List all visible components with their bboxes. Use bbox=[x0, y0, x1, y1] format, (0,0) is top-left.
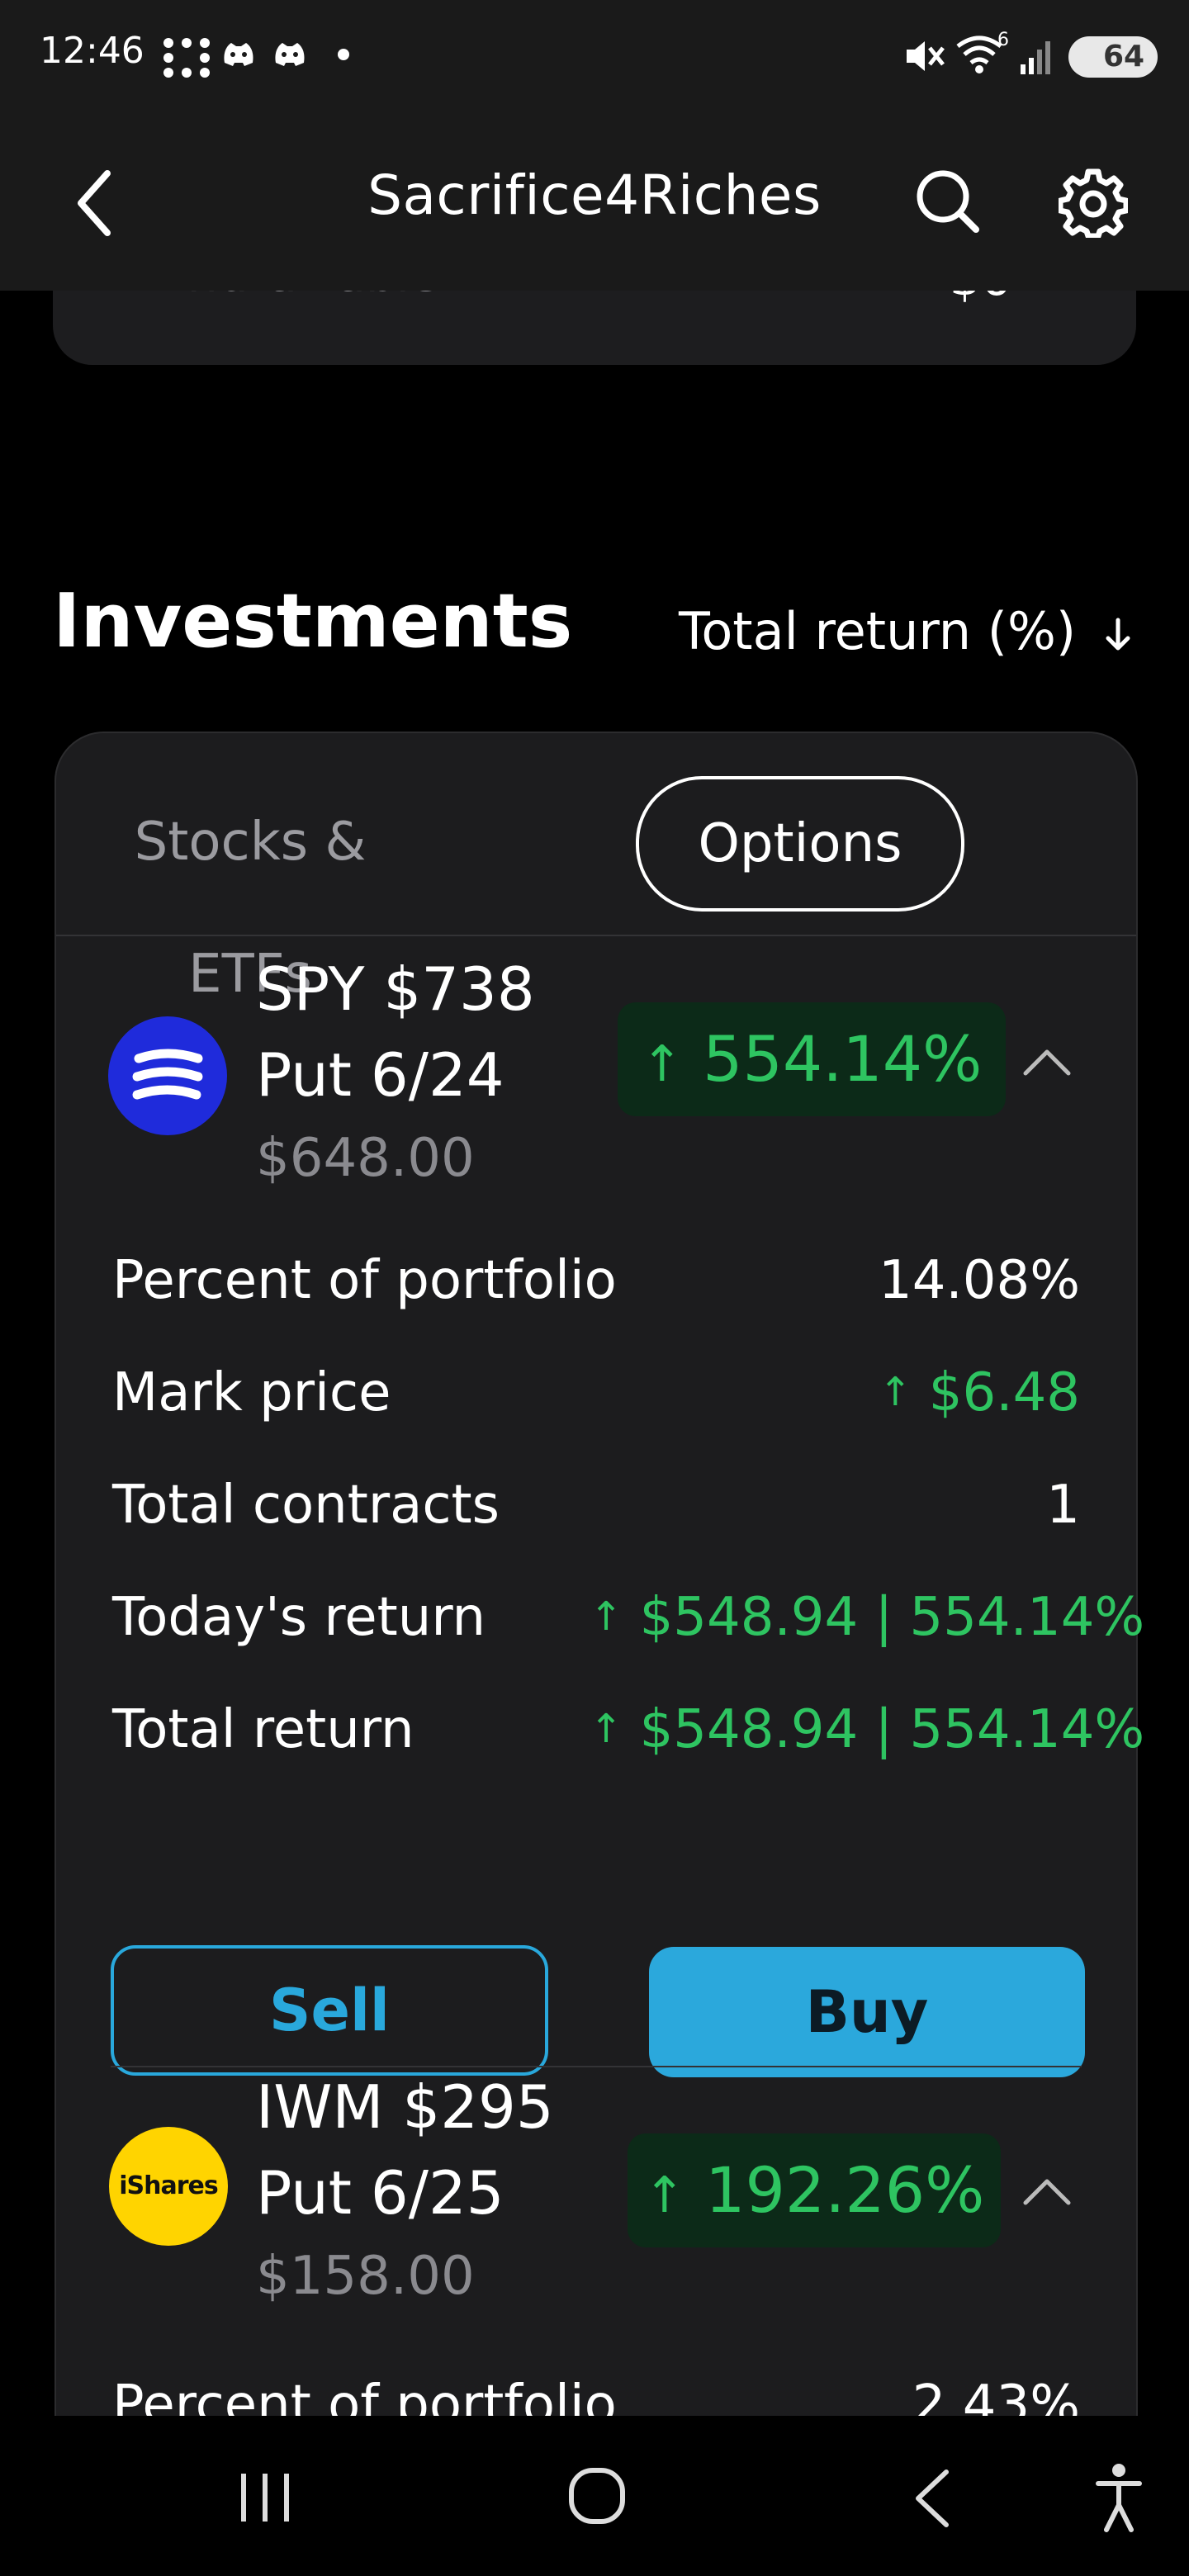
detail-value: 2.43% bbox=[912, 2375, 1080, 2416]
signal-icon bbox=[1021, 41, 1050, 74]
system-nav-bar bbox=[0, 2416, 1189, 2576]
detail-value: 1 bbox=[1046, 1475, 1080, 1536]
return-badge: ↑ 192.26% bbox=[628, 2133, 1001, 2247]
position-iwm[interactable]: iShares IWM $295 Put 6/25 $158.00 ↑ 192.… bbox=[56, 2067, 1136, 2416]
spy-logo bbox=[108, 1016, 227, 1135]
withdrawable-label: Withdrawable bbox=[109, 291, 439, 302]
arrow-up-icon: ↑ bbox=[643, 2166, 685, 2224]
return-percent: 554.14% bbox=[703, 1022, 983, 1096]
accessibility-icon[interactable] bbox=[1095, 2462, 1143, 2533]
detail-label: Percent of portfolio bbox=[112, 1250, 617, 1311]
investments-heading: Investments bbox=[53, 578, 573, 665]
detail-value: ↑ $548.94 | 554.14% bbox=[590, 1587, 1168, 1648]
discord-icon bbox=[275, 43, 305, 66]
total-return-value: $548.94 | 554.14% bbox=[639, 1699, 1145, 1760]
back-nav-icon[interactable] bbox=[908, 2467, 955, 2530]
detail-label: Percent of portfolio bbox=[112, 2375, 617, 2416]
buy-button[interactable]: Buy bbox=[649, 1947, 1085, 2077]
account-card: Withdrawable $0 bbox=[53, 291, 1136, 365]
chevron-up-icon[interactable] bbox=[1021, 1045, 1073, 1078]
arrow-up-icon: ↑ bbox=[590, 1593, 623, 1640]
arrow-up-icon: ↑ bbox=[879, 1369, 912, 1415]
position-name-line2: Put 6/25 bbox=[256, 2158, 504, 2228]
signal-superscript: 6 bbox=[997, 30, 1009, 50]
position-name-line1: SPY $738 bbox=[256, 954, 535, 1024]
return-percent: 192.26% bbox=[705, 2153, 985, 2227]
dot-icon bbox=[338, 49, 349, 60]
search-icon[interactable] bbox=[915, 168, 981, 234]
withdrawable-value: $0 bbox=[950, 291, 1012, 307]
arrow-up-icon: ↑ bbox=[641, 1035, 683, 1093]
position-price: $648.00 bbox=[256, 1128, 475, 1189]
arrow-down-icon bbox=[1106, 618, 1130, 651]
tab-stocks-etfs[interactable]: Stocks & ETFs bbox=[122, 776, 378, 1005]
content-area[interactable]: Withdrawable $0 Investments Total return… bbox=[0, 291, 1189, 2416]
app-header: Sacrifice4Riches bbox=[0, 116, 1189, 291]
detail-value: ↑ $548.94 | 554.14% bbox=[590, 1699, 1168, 1760]
status-time: 12:46 bbox=[40, 30, 144, 72]
sort-label: Total return (%) bbox=[679, 601, 1077, 661]
arrow-up-icon: ↑ bbox=[590, 1706, 623, 1752]
detail-label: Total contracts bbox=[112, 1475, 500, 1536]
detail-value: ↑ $6.48 bbox=[879, 1362, 1080, 1423]
recent-apps-icon[interactable] bbox=[238, 2470, 296, 2525]
sell-button[interactable]: Sell bbox=[111, 1945, 548, 2076]
detail-label: Total return bbox=[112, 1699, 414, 1760]
position-spy[interactable]: SPY $738 Put 6/24 $648.00 ↑ 554.14% Perc… bbox=[56, 936, 1144, 2084]
todays-return-value: $548.94 | 554.14% bbox=[639, 1587, 1145, 1648]
status-bar: 12:46 6 64 bbox=[0, 0, 1189, 116]
chevron-up-icon[interactable] bbox=[1021, 2175, 1073, 2208]
detail-value: 14.08% bbox=[878, 1250, 1080, 1311]
sort-dropdown[interactable]: Total return (%) bbox=[679, 601, 1132, 661]
battery-icon: 64 bbox=[1068, 36, 1158, 78]
ishares-logo: iShares bbox=[109, 2127, 228, 2246]
position-name-line2: Put 6/24 bbox=[256, 1040, 504, 1110]
grid-app-icon bbox=[163, 38, 210, 78]
return-badge: ↑ 554.14% bbox=[618, 1002, 1006, 1116]
mark-price-value: $6.48 bbox=[928, 1362, 1080, 1423]
mute-icon bbox=[907, 41, 945, 71]
home-icon[interactable] bbox=[568, 2467, 628, 2526]
detail-label: Today's return bbox=[112, 1587, 486, 1648]
detail-label: Mark price bbox=[112, 1362, 391, 1423]
gear-icon[interactable] bbox=[1059, 168, 1128, 238]
tab-options[interactable]: Options bbox=[636, 776, 964, 912]
position-name-line1: IWM $295 bbox=[256, 2072, 554, 2142]
investments-card: Stocks & ETFs Options SPY $738 Put 6/24 … bbox=[54, 732, 1144, 2416]
position-price: $158.00 bbox=[256, 2246, 475, 2307]
page-title: Sacrifice4Riches bbox=[367, 163, 822, 227]
discord-icon bbox=[224, 43, 253, 66]
battery-level: 64 bbox=[1103, 40, 1145, 73]
